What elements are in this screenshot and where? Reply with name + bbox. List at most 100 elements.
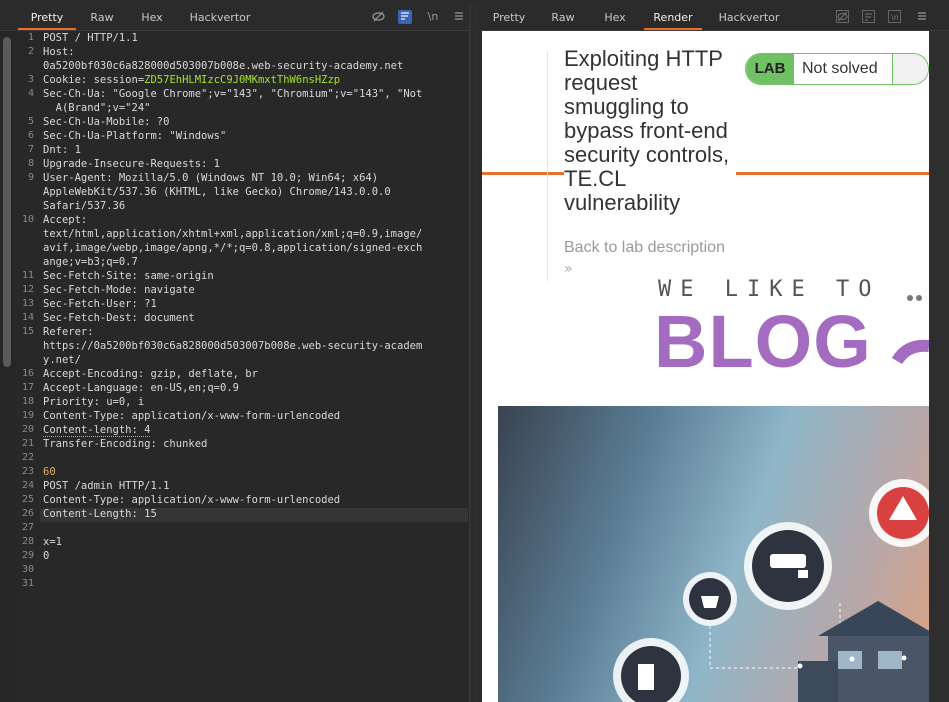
- editor-scrollbar[interactable]: [3, 37, 11, 367]
- hero-image: [498, 406, 929, 702]
- line-number: 8: [27, 158, 34, 169]
- code-line[interactable]: text/html,application/xhtml+xml,applicat…: [43, 228, 422, 240]
- newline-icon[interactable]: \n: [426, 10, 440, 24]
- response-tabs: Pretty Raw Hex Render Hackvertor \n: [479, 6, 949, 31]
- code-text: Content-length: 4: [43, 424, 151, 437]
- code-line[interactable]: Priority: u=0, i: [43, 396, 144, 408]
- line-number: 2: [27, 46, 34, 57]
- code-line[interactable]: User-Agent: Mozilla/5.0 (Windows NT 10.0…: [43, 172, 378, 184]
- code-text: Sec-Ch-Ua-Platform: "Windows": [43, 130, 227, 142]
- tab-hackvertor[interactable]: Hackvertor: [711, 6, 787, 30]
- title-divider: [547, 51, 548, 281]
- menu-icon[interactable]: [452, 10, 466, 24]
- code-line[interactable]: Referer:: [43, 326, 94, 338]
- menu-icon[interactable]: [915, 10, 929, 24]
- line-number: 26: [21, 508, 34, 519]
- code-text: x=1: [43, 536, 62, 548]
- response-scrollbar[interactable]: [929, 31, 949, 702]
- code-line[interactable]: Content-Length: 15: [43, 508, 157, 520]
- tab-raw[interactable]: Raw: [543, 6, 583, 30]
- code-text: Sec-Fetch-Site: same-origin: [43, 270, 214, 282]
- line-number: 12: [21, 284, 34, 295]
- code-line[interactable]: Accept-Encoding: gzip, deflate, br: [43, 368, 258, 380]
- lab-tag: LAB: [746, 54, 794, 84]
- code-line[interactable]: 0: [43, 550, 49, 562]
- code-line[interactable]: ange;v=b3;q=0.7: [43, 256, 138, 268]
- newline-icon[interactable]: \n: [887, 10, 901, 24]
- line-number: 29: [21, 550, 34, 561]
- code-text: Sec-Fetch-User: ?1: [43, 298, 157, 310]
- line-number: 11: [21, 270, 34, 281]
- tab-hex[interactable]: Hex: [130, 6, 174, 30]
- line-number: 20: [21, 424, 34, 435]
- code-line[interactable]: Sec-Fetch-Dest: document: [43, 312, 195, 324]
- code-text: Safari/537.36: [43, 200, 126, 212]
- code-line[interactable]: Accept-Language: en-US,en;q=0.9: [43, 382, 239, 394]
- code-line[interactable]: Content-Type: application/x-www-form-url…: [43, 494, 340, 506]
- line-number: 6: [27, 130, 34, 141]
- code-text: Sec-Fetch-Dest: document: [43, 312, 195, 324]
- code-line[interactable]: https://0a5200bf030c6a828000d503007b008e…: [43, 340, 422, 352]
- code-line[interactable]: Sec-Ch-Ua: "Google Chrome";v="143", "Chr…: [43, 88, 422, 100]
- line-number: 21: [21, 438, 34, 449]
- tab-raw[interactable]: Raw: [80, 6, 124, 30]
- code-line[interactable]: POST / HTTP/1.1: [43, 32, 138, 44]
- rendered-page[interactable]: Exploiting HTTP request smuggling to byp…: [482, 31, 929, 702]
- code-line[interactable]: Sec-Ch-Ua-Mobile: ?0: [43, 116, 169, 128]
- line-number: 31: [21, 578, 34, 589]
- line-number: 25: [21, 494, 34, 505]
- code-text: https://0a5200bf030c6a828000d503007b008e…: [43, 340, 423, 352]
- code-text: 0a5200bf030c6a828000d503007b008e.web-sec…: [43, 60, 404, 72]
- code-line[interactable]: 60: [43, 466, 56, 478]
- code-line[interactable]: y.net/: [43, 354, 81, 366]
- code-line[interactable]: Cookie: session=ZD57EhHLMIzcC9J0MKmxtThW…: [43, 74, 340, 86]
- code-text: Content-Type: application/x-www-form-url…: [43, 410, 341, 422]
- line-number: 23: [21, 466, 34, 477]
- code-text: text/html,application/xhtml+xml,applicat…: [43, 228, 423, 240]
- code-line[interactable]: x=1: [43, 536, 62, 548]
- code-line[interactable]: AppleWebKit/537.36 (KHTML, like Gecko) C…: [43, 186, 391, 198]
- tab-pretty[interactable]: Pretty: [18, 6, 76, 30]
- code-line[interactable]: Sec-Ch-Ua-Platform: "Windows": [43, 130, 226, 142]
- code-line[interactable]: Content-Type: application/x-www-form-url…: [43, 410, 340, 422]
- eye-slash-icon[interactable]: [835, 10, 849, 24]
- code-line[interactable]: 0a5200bf030c6a828000d503007b008e.web-sec…: [43, 60, 403, 72]
- code-text: Referer:: [43, 326, 94, 338]
- tab-render[interactable]: Render: [644, 6, 702, 30]
- code-line[interactable]: Dnt: 1: [43, 144, 81, 156]
- code-line[interactable]: POST /admin HTTP/1.1: [43, 480, 169, 492]
- code-line[interactable]: Host:: [43, 46, 75, 58]
- code-line[interactable]: Upgrade-Insecure-Requests: 1: [43, 158, 220, 170]
- code-text: avif,image/webp,image/apng,*/*;q=0.8,app…: [43, 242, 423, 254]
- code-line[interactable]: Sec-Fetch-Site: same-origin: [43, 270, 214, 282]
- tab-hex[interactable]: Hex: [595, 6, 635, 30]
- code-text: Upgrade-Insecure-Requests: 1: [43, 158, 221, 170]
- line-number: 22: [21, 452, 34, 463]
- code-line[interactable]: Sec-Fetch-User: ?1: [43, 298, 157, 310]
- back-to-lab-link[interactable]: Back to lab description: [564, 239, 725, 257]
- wrap-icon[interactable]: [861, 10, 875, 24]
- code-line[interactable]: A(Brand";v="24": [43, 102, 151, 114]
- code-line[interactable]: avif,image/webp,image/apng,*/*;q=0.8,app…: [43, 242, 422, 254]
- line-number: 5: [27, 116, 34, 127]
- request-pane: Pretty Raw Hex Hackvertor \n 1 POST / HTT…: [0, 6, 480, 702]
- tab-hackvertor[interactable]: Hackvertor: [180, 6, 260, 30]
- code-line[interactable]: Sec-Fetch-Mode: navigate: [43, 284, 195, 296]
- code-line[interactable]: Accept:: [43, 214, 87, 226]
- code-text: ange;v=b3;q=0.7: [43, 256, 138, 268]
- tab-pretty[interactable]: Pretty: [487, 6, 531, 30]
- code-line[interactable]: Transfer-Encoding: chunked: [43, 438, 207, 450]
- line-number: 15: [21, 326, 34, 337]
- line-number: 27: [21, 522, 34, 533]
- code-text: Dnt: 1: [43, 144, 81, 156]
- chevron-right-icon: »: [564, 261, 573, 277]
- wrap-icon[interactable]: [398, 10, 412, 24]
- response-pane: Pretty Raw Hex Render Hackvertor \n Expl…: [479, 6, 949, 702]
- eye-slash-icon[interactable]: [371, 10, 385, 24]
- line-number: 14: [21, 312, 34, 323]
- code-text: POST /admin HTTP/1.1: [43, 480, 170, 492]
- blog-logo: BLOG: [654, 300, 872, 383]
- code-text: 60: [43, 466, 56, 478]
- code-line[interactable]: Safari/537.36: [43, 200, 125, 212]
- code-line[interactable]: Content-length: 4: [43, 424, 151, 437]
